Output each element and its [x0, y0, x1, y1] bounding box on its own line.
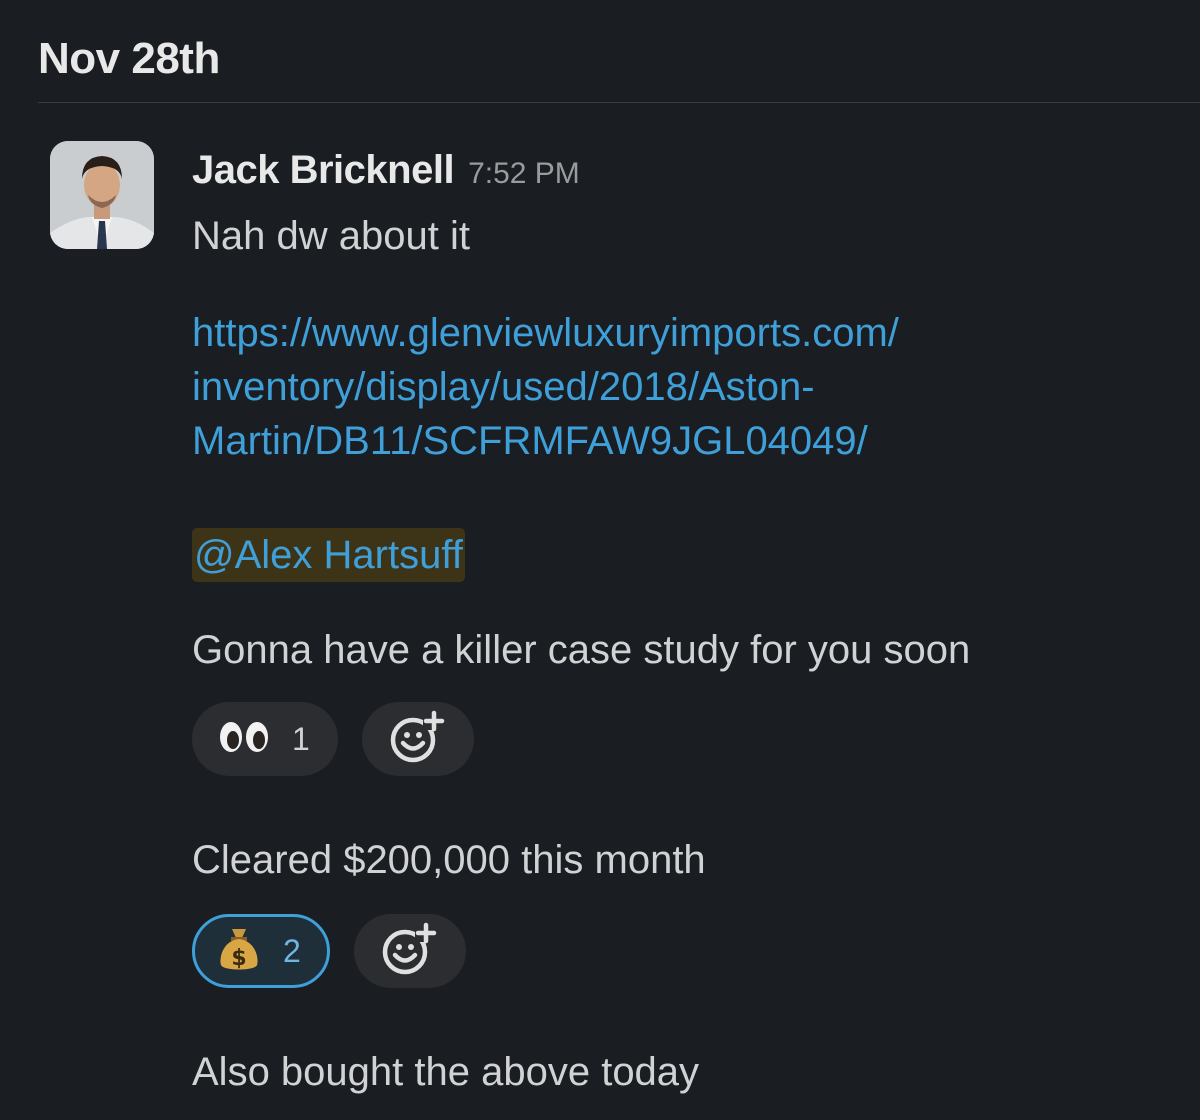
- add-reaction-icon: [381, 922, 439, 981]
- reaction-money-bag[interactable]: $ 2: [192, 914, 330, 988]
- reaction-eyes[interactable]: 1: [192, 702, 338, 776]
- link-line[interactable]: Martin/DB11/SCFRMFAW9JGL04049/: [192, 414, 1152, 468]
- reaction-count: 1: [292, 720, 310, 757]
- message-text: Nah dw about it: [192, 214, 470, 258]
- link-line[interactable]: https://www.glenviewluxuryimports.com/: [192, 306, 1152, 360]
- message-link[interactable]: https://www.glenviewluxuryimports.com/ i…: [192, 306, 1152, 468]
- message-timestamp[interactable]: 7:52 PM: [468, 157, 580, 191]
- message: Jack Bricknell 7:52 PM Nah dw about it h…: [192, 148, 1182, 1094]
- message-text: Gonna have a killer case study for you s…: [192, 628, 971, 672]
- day-divider-line: [38, 102, 1200, 103]
- svg-text:$: $: [231, 946, 246, 971]
- avatar[interactable]: [50, 141, 154, 249]
- message-text: Also bought the above today: [192, 1050, 700, 1094]
- reaction-bar: $ 2: [192, 914, 466, 988]
- eyes-emoji-icon: [218, 720, 270, 759]
- reaction-bar: 1: [192, 702, 474, 776]
- message-text: Cleared $200,000 this month: [192, 838, 706, 882]
- add-reaction-button[interactable]: [353, 914, 466, 988]
- day-divider-label: Nov 28th: [38, 34, 220, 83]
- author-name[interactable]: Jack Bricknell: [192, 148, 455, 193]
- user-mention[interactable]: @Alex Hartsuff: [192, 528, 465, 582]
- add-reaction-button[interactable]: [361, 702, 474, 776]
- reaction-count: 2: [283, 932, 301, 969]
- add-reaction-icon: [389, 710, 447, 769]
- money-bag-emoji-icon: $: [217, 925, 261, 978]
- link-line[interactable]: inventory/display/used/2018/Aston-: [192, 360, 1152, 414]
